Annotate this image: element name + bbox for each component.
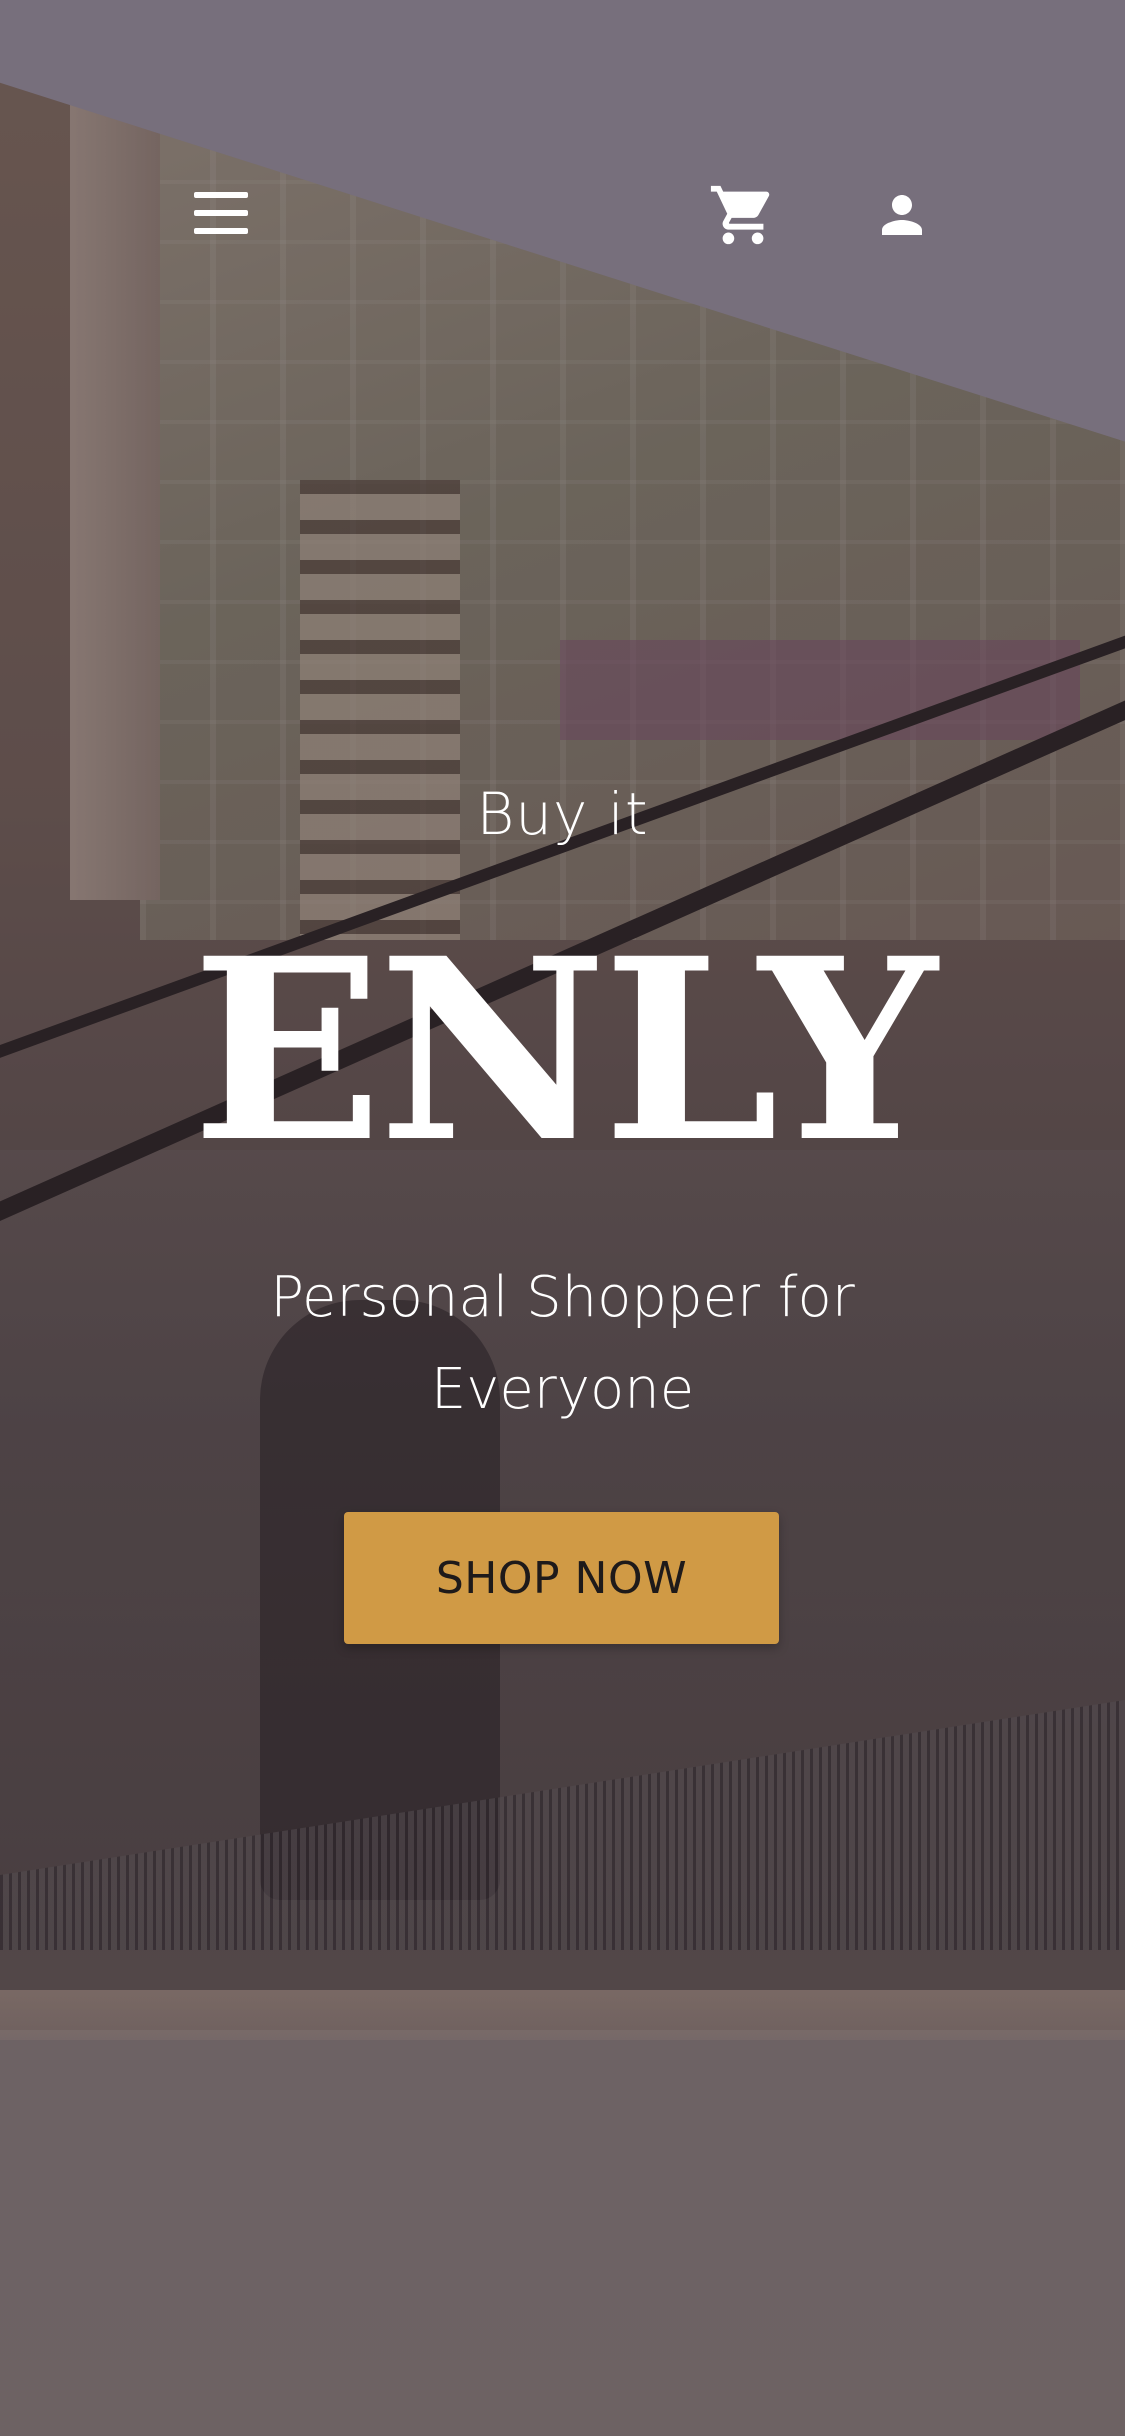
user-icon[interactable] — [872, 185, 932, 245]
hero-tagline: Personal Shopper for Everyone — [270, 1265, 855, 1422]
shop-now-button[interactable]: SHOP NOW — [344, 1512, 779, 1644]
landing-screen: Buy it ENLY Personal Shopper for Everyon… — [0, 0, 1125, 2436]
hero-eyebrow: Buy it — [476, 780, 649, 848]
menu-icon[interactable] — [190, 190, 254, 240]
floor-edge — [0, 1990, 1125, 2040]
brand-logo-text: ENLY — [191, 903, 937, 1197]
cart-icon[interactable] — [708, 180, 778, 250]
